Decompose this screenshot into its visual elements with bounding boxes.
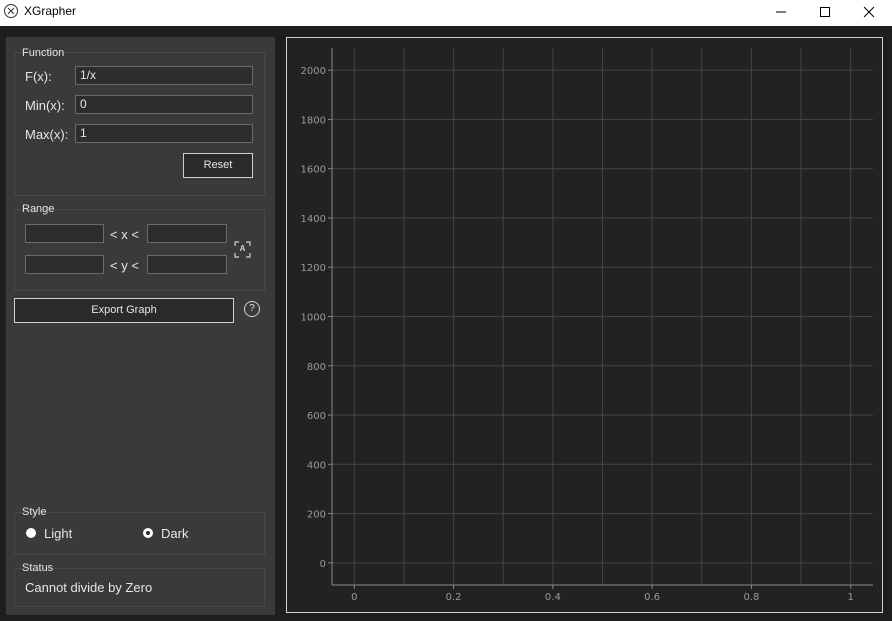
- y-tick-label: 400: [307, 460, 326, 471]
- status-group-title: Status: [22, 562, 54, 574]
- x-tick-label: 0.8: [743, 592, 759, 603]
- y-min-input[interactable]: [25, 255, 104, 274]
- auto-range-button[interactable]: A: [234, 241, 251, 258]
- title-bar: XGrapher: [0, 0, 892, 26]
- y-tick-label: 200: [307, 510, 326, 521]
- y-tick-label: 1800: [301, 115, 326, 126]
- auto-range-label: A: [239, 244, 246, 253]
- y-tick-label: 1600: [301, 165, 326, 176]
- help-button[interactable]: ?: [244, 301, 260, 317]
- x-tick-label: 0.2: [446, 592, 462, 603]
- status-message: Cannot divide by Zero: [25, 580, 153, 595]
- style-group-title: Style: [22, 506, 47, 518]
- dark-radio-label: Dark: [161, 526, 189, 541]
- x-range-separator: < x <: [110, 227, 139, 242]
- window-title: XGrapher: [24, 4, 77, 18]
- dark-radio[interactable]: Dark: [143, 526, 223, 542]
- fx-input[interactable]: 1/x: [75, 66, 253, 85]
- reset-button[interactable]: Reset: [183, 153, 253, 178]
- maximize-icon: [820, 7, 830, 17]
- light-radio-label: Light: [44, 526, 73, 541]
- min-x-label: Min(x):: [25, 98, 65, 113]
- range-group-title: Range: [22, 203, 55, 215]
- x-tick-label: 0: [351, 592, 357, 603]
- export-graph-button[interactable]: Export Graph: [14, 298, 234, 323]
- x-max-input[interactable]: [147, 224, 227, 243]
- y-tick-label: 0: [320, 559, 326, 570]
- y-tick-label: 1200: [301, 263, 326, 274]
- graph-panel[interactable]: 0 200 400 600 800 1000 1200 1400 1600 1800 2000 0 0.…: [286, 37, 883, 613]
- maximize-button[interactable]: [802, 0, 848, 24]
- dark-radio-indicator: [143, 528, 153, 538]
- y-max-input[interactable]: [147, 255, 227, 274]
- min-x-input[interactable]: 0: [75, 95, 253, 114]
- range-group: [14, 209, 265, 291]
- app-logo-icon: [4, 4, 18, 18]
- function-group-title: Function: [22, 47, 65, 59]
- y-tick-label: 1000: [301, 313, 326, 324]
- minimize-button[interactable]: [758, 0, 804, 24]
- max-x-input[interactable]: 1: [75, 124, 253, 143]
- fx-label: F(x):: [25, 69, 52, 84]
- help-icon: ?: [249, 303, 255, 314]
- control-panel: Function F(x): 1/x Min(x): 0 Max(x): 1 R…: [6, 37, 275, 615]
- graph-chart[interactable]: 0 200 400 600 800 1000 1200 1400 1600 1800 2000 0 0.…: [287, 38, 882, 612]
- minimize-icon: [776, 11, 786, 13]
- light-radio-indicator: [26, 528, 36, 538]
- y-tick-label: 2000: [301, 66, 326, 77]
- x-tick-label: 0.4: [545, 592, 561, 603]
- max-x-label: Max(x):: [25, 127, 69, 142]
- y-tick-label: 800: [307, 362, 326, 373]
- y-range-separator: < y <: [110, 258, 139, 273]
- close-icon: [863, 6, 875, 18]
- y-tick-label: 600: [307, 411, 326, 422]
- y-tick-label: 1400: [301, 214, 326, 225]
- x-min-input[interactable]: [25, 224, 104, 243]
- close-button[interactable]: [846, 0, 892, 24]
- light-radio[interactable]: Light: [26, 526, 106, 542]
- x-tick-label: 1: [847, 592, 853, 603]
- x-tick-label: 0.6: [644, 592, 660, 603]
